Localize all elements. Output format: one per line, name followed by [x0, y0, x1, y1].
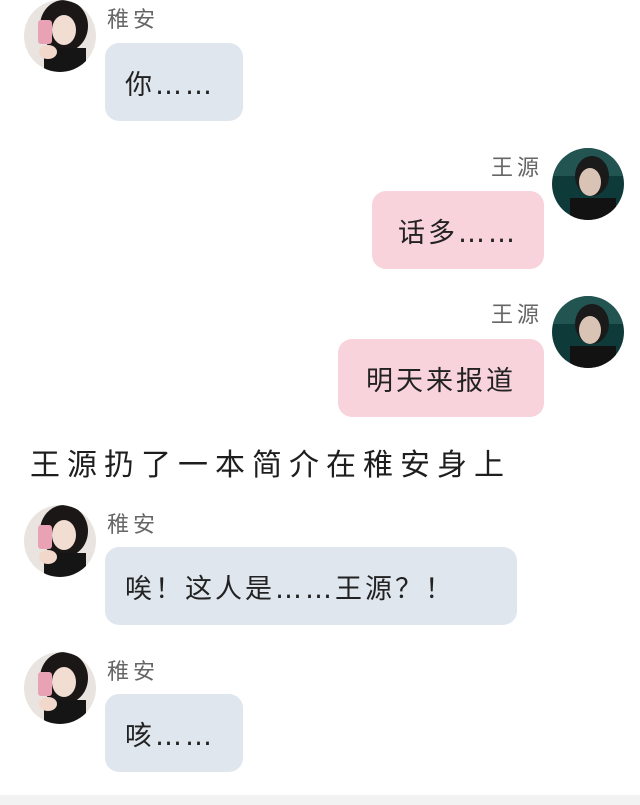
sender-name: 稚安	[107, 8, 160, 33]
avatar-zhi-an[interactable]	[24, 0, 96, 72]
message-bubble[interactable]: 明天来报道	[338, 339, 544, 417]
chat-view: 稚安 你…… 王源 话多…… 王源 明天来报道 王源扔了一本简介在稚安身上 稚安…	[0, 0, 640, 805]
message-bubble[interactable]: 你……	[105, 43, 243, 121]
avatar-wang-yuan[interactable]	[552, 148, 624, 220]
sender-name: 稚安	[107, 660, 160, 685]
narration-text: 王源扔了一本简介在稚安身上	[30, 448, 511, 483]
message-text: 明天来报道	[366, 365, 516, 397]
sender-name: 王源	[491, 156, 544, 181]
sender-name: 王源	[491, 303, 544, 328]
message-bubble[interactable]: 咳……	[105, 694, 243, 772]
message-text: 你……	[125, 69, 215, 101]
message-text: 唉！这人是……王源？！	[125, 573, 455, 605]
message-bubble[interactable]: 唉！这人是……王源？！	[105, 547, 517, 625]
avatar-wang-yuan[interactable]	[552, 296, 624, 368]
bottom-divider	[0, 795, 640, 805]
sender-name: 稚安	[107, 513, 160, 538]
avatar-zhi-an[interactable]	[24, 505, 96, 577]
message-bubble[interactable]: 话多……	[372, 191, 544, 269]
message-text: 咳……	[125, 720, 215, 752]
avatar-zhi-an[interactable]	[24, 652, 96, 724]
message-text: 话多……	[398, 217, 518, 249]
